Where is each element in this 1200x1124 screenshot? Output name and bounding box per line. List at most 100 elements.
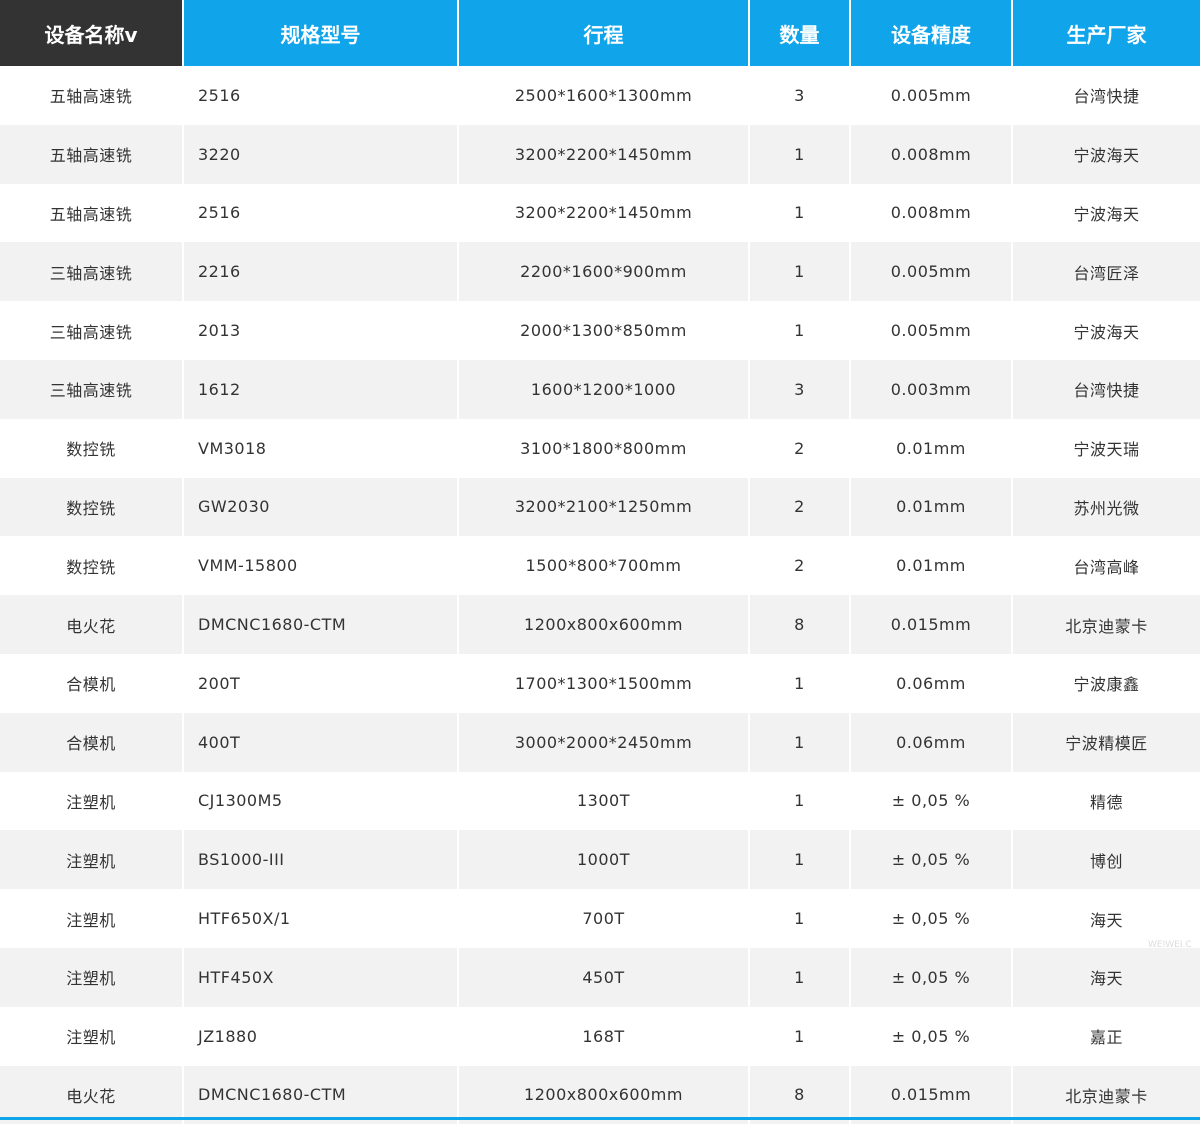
cell-travel: 1000T	[459, 830, 750, 890]
cell-quantity: 1	[750, 183, 851, 243]
table-row: 数控铣 VMM-15800 1500*800*700mm 2 0.01mm 台湾高峰	[0, 536, 1200, 596]
cell-precision: 0.005mm	[851, 301, 1013, 360]
cell-model: GW2030	[184, 477, 459, 537]
table-row: 数控铣 VM3018 3100*1800*800mm 2 0.01mm 宁波天瑞	[0, 418, 1200, 478]
cell-precision: 0.015mm	[851, 1065, 1013, 1124]
cell-manufacturer: 宁波天瑞	[1013, 418, 1200, 478]
cell-travel: 3200*2100*1250mm	[459, 477, 750, 537]
table-row: 三轴高速铣 2216 2200*1600*900mm 1 0.005mm 台湾匠泽	[0, 242, 1200, 302]
cell-quantity: 1	[750, 653, 851, 713]
cell-travel: 3100*1800*800mm	[459, 418, 750, 478]
cell-model: VM3018	[184, 418, 459, 478]
cell-precision: 0.008mm	[851, 183, 1013, 243]
cell-quantity: 1	[750, 124, 851, 184]
cell-quantity: 1	[750, 1006, 851, 1066]
cell-precision: 0.06mm	[851, 653, 1013, 713]
cell-equipment-name: 数控铣	[0, 477, 184, 537]
table-row: 注塑机 HTF450X 450T 1 ± 0,05 % 海天	[0, 947, 1200, 1007]
cell-equipment-name: 注塑机	[0, 947, 184, 1007]
cell-travel: 2000*1300*850mm	[459, 301, 750, 360]
cell-quantity: 1	[750, 947, 851, 1007]
cell-manufacturer: 台湾高峰	[1013, 536, 1200, 596]
cell-quantity: 1	[750, 712, 851, 772]
watermark-text: WEIWEI.C	[1148, 940, 1192, 950]
cell-manufacturer: 宁波海天	[1013, 183, 1200, 243]
cell-equipment-name: 注塑机	[0, 830, 184, 890]
cell-precision: 0.01mm	[851, 536, 1013, 596]
cell-precision: 0.005mm	[851, 66, 1013, 125]
cell-manufacturer: 宁波海天	[1013, 124, 1200, 184]
cell-precision: ± 0,05 %	[851, 771, 1013, 831]
cell-quantity: 1	[750, 242, 851, 302]
cell-precision: ± 0,05 %	[851, 830, 1013, 890]
cell-precision: 0.01mm	[851, 477, 1013, 537]
cell-equipment-name: 注塑机	[0, 771, 184, 831]
cell-manufacturer: 台湾快捷	[1013, 359, 1200, 419]
cell-precision: 0.06mm	[851, 712, 1013, 772]
cell-manufacturer: 宁波海天	[1013, 301, 1200, 360]
cell-manufacturer: 博创	[1013, 830, 1200, 890]
table-row: 五轴高速铣 2516 2500*1600*1300mm 3 0.005mm 台湾快捷	[0, 66, 1200, 125]
cell-model: 3220	[184, 124, 459, 184]
cell-model: 2516	[184, 183, 459, 243]
cell-travel: 3000*2000*2450mm	[459, 712, 750, 772]
header-travel: 行程	[459, 0, 750, 66]
cell-equipment-name: 五轴高速铣	[0, 183, 184, 243]
cell-model: 1612	[184, 359, 459, 419]
cell-model: BS1000-III	[184, 830, 459, 890]
cell-travel: 1600*1200*1000	[459, 359, 750, 419]
cell-model: 2013	[184, 301, 459, 360]
table-row: 三轴高速铣 1612 1600*1200*1000 3 0.003mm 台湾快捷	[0, 359, 1200, 419]
cell-quantity: 8	[750, 1065, 851, 1124]
header-equipment-name[interactable]: 设备名称v	[0, 0, 184, 66]
cell-quantity: 3	[750, 66, 851, 125]
cell-travel: 1500*800*700mm	[459, 536, 750, 596]
cell-equipment-name: 注塑机	[0, 889, 184, 948]
table-row: 电火花 DMCNC1680-CTM 1200x800x600mm 8 0.015mm 北京…	[0, 595, 1200, 654]
cell-precision: 0.005mm	[851, 242, 1013, 302]
cell-travel: 700T	[459, 889, 750, 948]
cell-manufacturer: 宁波精模匠	[1013, 712, 1200, 772]
table-row: 注塑机 BS1000-III 1000T 1 ± 0,05 % 博创	[0, 830, 1200, 890]
cell-equipment-name: 数控铣	[0, 536, 184, 596]
bottom-accent-line	[0, 1117, 1200, 1120]
cell-equipment-name: 电火花	[0, 595, 184, 654]
cell-travel: 450T	[459, 947, 750, 1007]
cell-travel: 2500*1600*1300mm	[459, 66, 750, 125]
equipment-table-body: 五轴高速铣 2516 2500*1600*1300mm 3 0.005mm 台湾快捷 五轴高…	[0, 66, 1200, 1124]
cell-precision: ± 0,05 %	[851, 889, 1013, 948]
cell-equipment-name: 合模机	[0, 653, 184, 713]
cell-equipment-name: 数控铣	[0, 418, 184, 478]
equipment-table-header: 设备名称v 规格型号 行程 数量 设备精度 生产厂家	[0, 0, 1200, 66]
cell-travel: 3200*2200*1450mm	[459, 124, 750, 184]
cell-equipment-name: 电火花	[0, 1065, 184, 1124]
cell-model: 2216	[184, 242, 459, 302]
cell-quantity: 2	[750, 418, 851, 478]
cell-precision: ± 0,05 %	[851, 947, 1013, 1007]
cell-quantity: 2	[750, 477, 851, 537]
cell-model: HTF450X	[184, 947, 459, 1007]
cell-equipment-name: 三轴高速铣	[0, 242, 184, 302]
cell-quantity: 1	[750, 889, 851, 948]
cell-precision: 0.01mm	[851, 418, 1013, 478]
cell-quantity: 8	[750, 595, 851, 654]
cell-precision: 0.008mm	[851, 124, 1013, 184]
cell-model: HTF650X/1	[184, 889, 459, 948]
header-manufacturer: 生产厂家	[1013, 0, 1200, 66]
cell-model: CJ1300M5	[184, 771, 459, 831]
cell-precision: 0.015mm	[851, 595, 1013, 654]
cell-model: DMCNC1680-CTM	[184, 1065, 459, 1124]
table-row: 合模机 200T 1700*1300*1500mm 1 0.06mm 宁波康鑫	[0, 653, 1200, 713]
table-row: 合模机 400T 3000*2000*2450mm 1 0.06mm 宁波精模匠	[0, 712, 1200, 772]
equipment-table: 设备名称v 规格型号 行程 数量 设备精度 生产厂家 五轴高速铣 2516 2500…	[0, 0, 1200, 1124]
cell-travel: 1200x800x600mm	[459, 1065, 750, 1124]
header-precision: 设备精度	[851, 0, 1013, 66]
cell-travel: 1700*1300*1500mm	[459, 653, 750, 713]
cell-equipment-name: 五轴高速铣	[0, 124, 184, 184]
table-row: 注塑机 JZ1880 168T 1 ± 0,05 % 嘉正	[0, 1006, 1200, 1066]
cell-manufacturer: 苏州光微	[1013, 477, 1200, 537]
cell-model: 200T	[184, 653, 459, 713]
header-quantity: 数量	[750, 0, 851, 66]
table-row: 电火花 DMCNC1680-CTM 1200x800x600mm 8 0.015mm 北京…	[0, 1065, 1200, 1124]
cell-quantity: 1	[750, 771, 851, 831]
